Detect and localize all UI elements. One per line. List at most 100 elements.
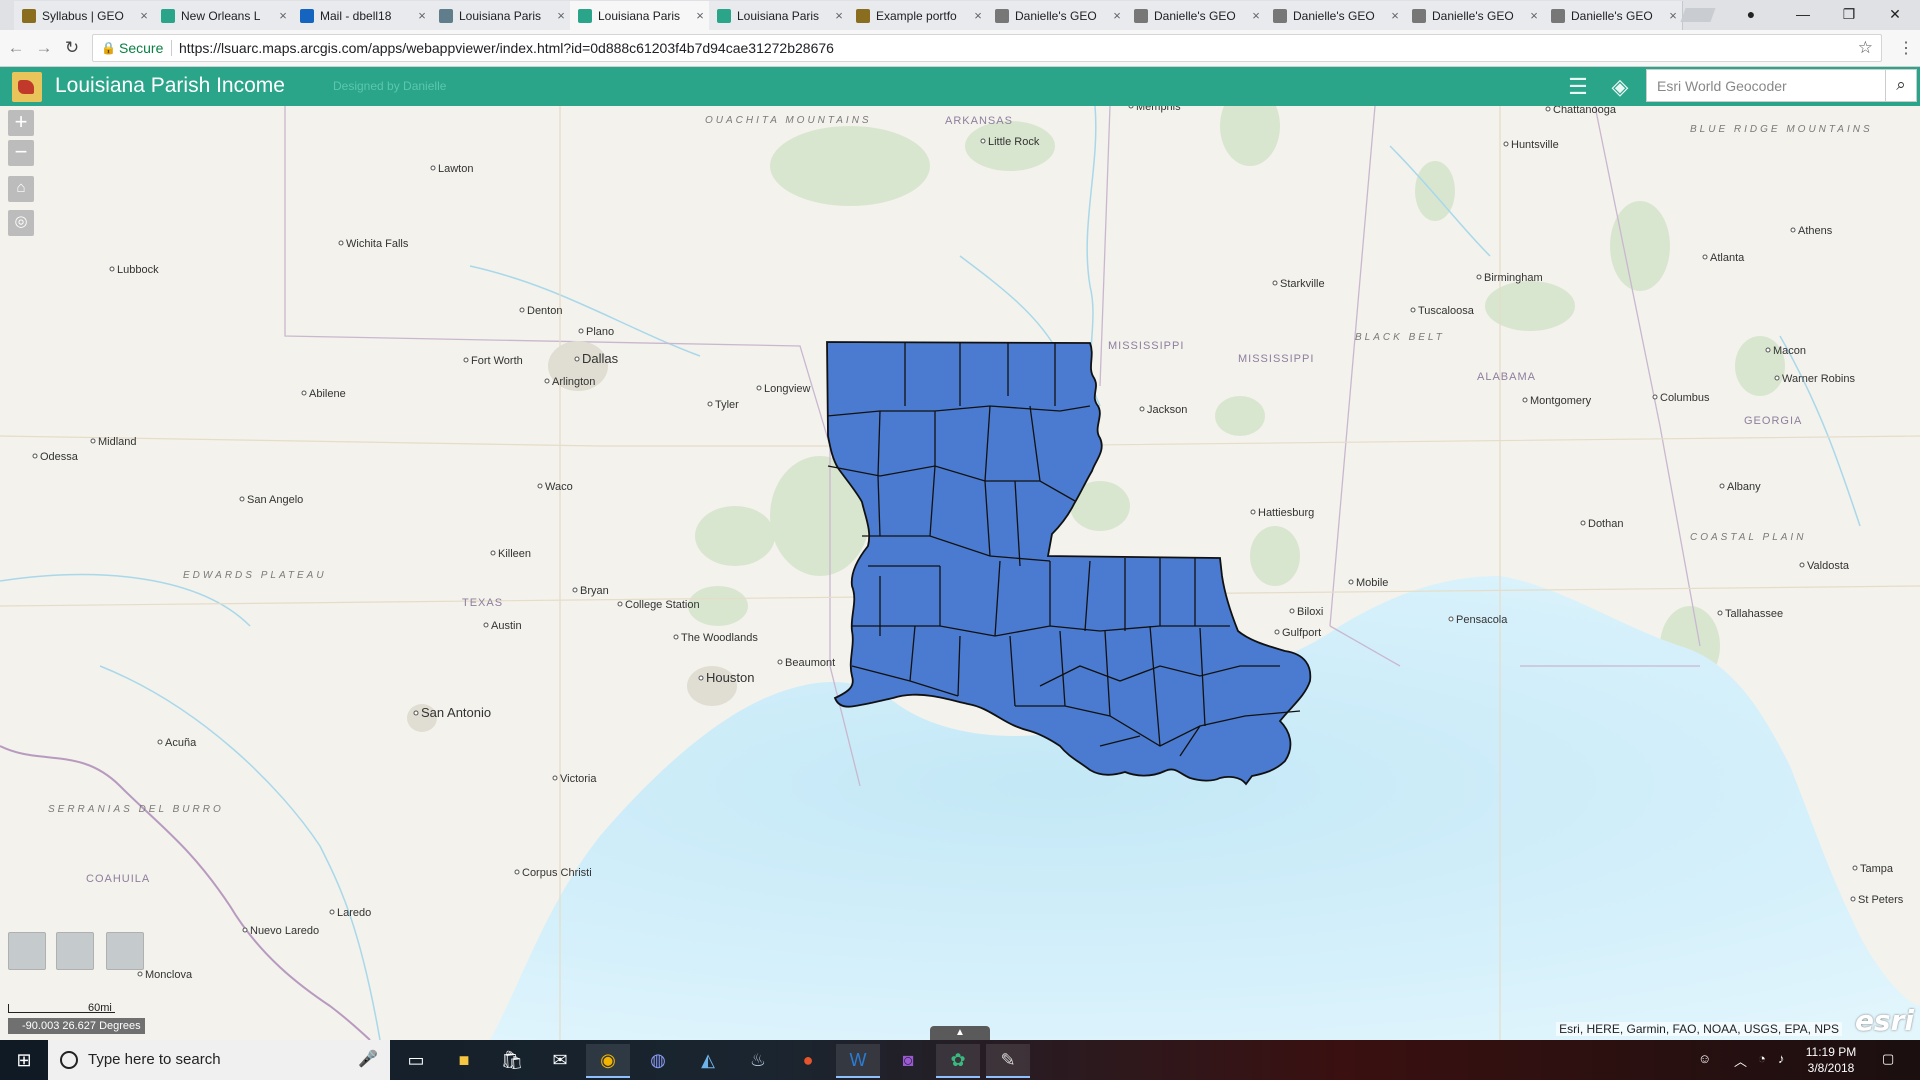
map-label: BLACK BELT [1355, 332, 1445, 343]
profile-icon[interactable]: ● [1728, 0, 1774, 30]
tab-close-icon[interactable]: × [830, 8, 848, 23]
browser-tab[interactable]: Example portfo × [848, 1, 988, 30]
tab-close-icon[interactable]: × [274, 8, 292, 23]
chrome-icon[interactable]: ◉ [586, 1044, 630, 1078]
search-button[interactable]: ⌕ [1885, 69, 1917, 102]
city-dot [1719, 483, 1725, 489]
file-explorer-icon[interactable]: ■ [442, 1044, 486, 1076]
tab-label: Danielle's GEO [1154, 8, 1236, 23]
reload-button[interactable]: ↻ [60, 36, 84, 60]
twitch-icon[interactable]: ◙ [886, 1044, 930, 1076]
bookmark-star-icon[interactable]: ☆ [1858, 35, 1873, 61]
tab-close-icon[interactable]: × [413, 8, 431, 23]
browser-tab[interactable]: Danielle's GEO × [1543, 1, 1683, 30]
url-field[interactable]: 🔒 Secure https://lsuarc.maps.arcgis.com/… [92, 34, 1882, 62]
close-window-button[interactable]: ✕ [1872, 0, 1918, 30]
city-dot [137, 971, 143, 977]
browser-tab[interactable]: Danielle's GEO × [1404, 1, 1544, 30]
windows-start-icon[interactable]: ⊞ [0, 1040, 48, 1080]
expand-panel-button[interactable]: ▲ [930, 1026, 990, 1040]
tab-close-icon[interactable]: × [969, 8, 987, 23]
clock-time: 11:19 PM [1805, 1045, 1857, 1059]
tab-favicon-icon [856, 8, 870, 23]
forward-button[interactable]: → [32, 36, 56, 60]
discord-icon[interactable]: ◍ [636, 1044, 680, 1076]
minimize-button[interactable]: — [1780, 0, 1826, 30]
map-view[interactable]: OUACHITA MOUNTAINS ARKANSAS Little Rock Mem… [0, 106, 1920, 1040]
tab-close-icon[interactable]: × [1247, 8, 1265, 23]
new-tab-button[interactable] [1680, 8, 1716, 22]
people-icon[interactable]: ☺ [1698, 1051, 1711, 1066]
map-label: College Station [625, 599, 700, 611]
paint-icon[interactable]: ✎ [986, 1044, 1030, 1078]
tray-expand-icon[interactable]: ︿ [1734, 1051, 1747, 1070]
share-icon[interactable] [106, 932, 144, 970]
browser-tab[interactable]: New Orleans L × [153, 1, 293, 30]
layers-icon[interactable]: ◈ [1608, 75, 1632, 99]
store-icon[interactable]: 🛍 [490, 1044, 534, 1076]
tab-label: Danielle's GEO [1571, 8, 1653, 23]
app-green-icon[interactable]: ✿ [936, 1044, 980, 1078]
browser-menu-icon[interactable]: ⋮ [1898, 38, 1914, 58]
measure-icon[interactable] [56, 932, 94, 970]
tab-close-icon[interactable]: × [552, 8, 570, 23]
browser-tab[interactable]: Louisiana Paris × [431, 1, 571, 30]
map-label: Huntsville [1511, 139, 1559, 151]
browser-tab[interactable]: Danielle's GEO × [1265, 1, 1405, 30]
map-label: Wichita Falls [346, 238, 409, 250]
tab-close-icon[interactable]: × [1386, 8, 1404, 23]
city-dot [1652, 394, 1658, 400]
browser-tab[interactable]: Louisiana Paris × [709, 1, 849, 30]
wifi-icon[interactable]: ◔ [1758, 1051, 1766, 1066]
map-label: The Woodlands [681, 632, 758, 644]
city-dot [1522, 397, 1528, 403]
city-dot [1289, 608, 1295, 614]
scale-label: 60mi [88, 1002, 112, 1014]
word-icon[interactable]: W [836, 1044, 880, 1078]
city-dot [756, 385, 762, 391]
maximize-button[interactable]: ❐ [1826, 0, 1872, 30]
city-dot [338, 240, 344, 246]
zoom-in-button[interactable]: + [8, 110, 34, 136]
app-logo [12, 72, 42, 102]
city-dot [242, 927, 248, 933]
tab-close-icon[interactable]: × [691, 8, 709, 23]
task-view-icon[interactable]: ▭ [394, 1044, 438, 1076]
browser-tab[interactable]: Mail - dbell18 × [292, 1, 432, 30]
arcgis-pro-icon[interactable]: ◭ [686, 1044, 730, 1076]
browser-tab[interactable]: Danielle's GEO × [987, 1, 1127, 30]
legend-list-icon[interactable]: ☰ [1566, 75, 1590, 99]
origin-icon[interactable]: ● [786, 1044, 830, 1076]
basemap-gallery-icon[interactable] [8, 932, 46, 970]
tab-close-icon[interactable]: × [135, 8, 153, 23]
zoom-out-button[interactable]: − [8, 140, 34, 166]
city-dot [617, 601, 623, 607]
steam-icon[interactable]: ♨ [736, 1044, 780, 1076]
city-dot [1702, 254, 1708, 260]
geocoder-search-input[interactable]: Esri World Geocoder [1646, 69, 1886, 102]
my-location-icon[interactable]: ◎ [8, 210, 34, 236]
browser-tab[interactable]: Louisiana Paris × [570, 1, 710, 30]
map-label: Tuscaloosa [1418, 305, 1475, 317]
map-label: Acuña [165, 737, 197, 749]
tab-close-icon[interactable]: × [1664, 8, 1682, 23]
back-button[interactable]: ← [4, 36, 28, 60]
taskbar-search-input[interactable]: Type here to search 🎤 [48, 1040, 390, 1080]
microphone-icon[interactable]: 🎤 [358, 1040, 378, 1080]
browser-tab[interactable]: Syllabus | GEO × [14, 1, 154, 30]
home-icon[interactable]: ⌂ [8, 176, 34, 202]
notifications-icon[interactable]: ▢ [1882, 1051, 1894, 1067]
volume-icon[interactable]: ♪ [1778, 1051, 1785, 1066]
browser-tab[interactable]: Danielle's GEO × [1126, 1, 1266, 30]
taskbar-clock[interactable]: 11:19 PM 3/8/2018 [1796, 1044, 1866, 1076]
city-dot [1503, 141, 1509, 147]
city-dot [90, 438, 96, 444]
mail-icon[interactable]: ✉ [538, 1044, 582, 1076]
city-dot [301, 390, 307, 396]
tab-close-icon[interactable]: × [1108, 8, 1126, 23]
app-header: Louisiana Parish Income Designed by Dani… [0, 67, 1920, 106]
tab-close-icon[interactable]: × [1525, 8, 1543, 23]
city-dot [1250, 509, 1256, 515]
map-label: ARKANSAS [945, 115, 1013, 127]
city-dot [1790, 227, 1796, 233]
